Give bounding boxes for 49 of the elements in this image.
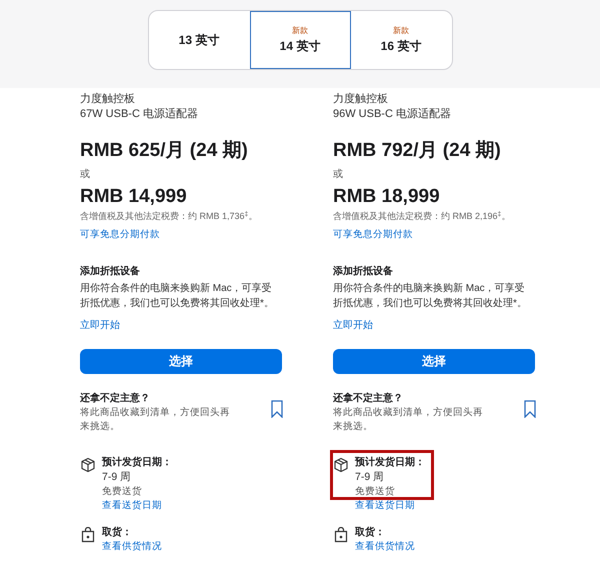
or-text: 或 [80,168,91,182]
select-button[interactable]: 选择 [333,348,535,374]
trade-in-text: 用你符合条件的电脑来换购新 Mac，可享受折抵优惠，我们也可以免费将其回收处理*。 [333,282,528,311]
trade-in-text: 用你符合条件的电脑来换购新 Mac，可享受折抵优惠，我们也可以免费将其回收处理*。 [80,282,275,311]
new-label: 新款 [292,25,308,37]
size-tab[interactable]: 新款 16 英寸 [350,11,452,69]
feature-text: 力度触控板 [333,92,389,107]
availability-link[interactable]: 查看供货情况 [102,540,162,554]
tax-note: 含增值税及其他法定税费：约 RMB 1,736$^{‡}$。 [80,210,258,223]
delivery-time: 7-9 周 [102,470,132,485]
shopping-bag-icon [80,526,96,543]
trade-in-title: 添加折抵设备 [80,264,141,279]
price: RMB 14,999 [80,185,188,209]
tax-note: 含增值税及其他法定税费：约 RMB 2,196$^{‡}$。 [333,210,512,223]
delivery-title: 预计发货日期： [102,456,172,470]
delivery-dates-link[interactable]: 查看送货日期 [355,498,415,512]
feature-text: 力度触控板 [80,92,136,107]
bookmark-icon[interactable] [271,400,283,418]
bookmark-icon[interactable] [524,400,536,418]
shopping-bag-icon [333,526,349,543]
select-button[interactable]: 选择 [80,348,282,374]
monthly-price: RMB 625/月 (24 期) [80,139,249,163]
availability-link[interactable]: 查看供货情况 [355,540,415,554]
delivery-dates-link[interactable]: 查看送货日期 [102,498,162,512]
save-text: 将此商品收藏到清单，方便回头再来挑选。 [80,406,230,434]
delivery-title: 预计发货日期： [355,456,425,470]
size-tab[interactable]: 13 英寸 [148,11,250,69]
save-title: 还拿不定主意？ [333,392,404,406]
start-link[interactable]: 立即开始 [333,318,373,333]
feature-text: 67W USB-C 电源适配器 [80,107,199,122]
save-title: 还拿不定主意？ [80,392,151,406]
shipping-text: 免费送货 [102,484,143,499]
monthly-price: RMB 792/月 (24 期) [333,139,502,163]
pickup-title: 取货： [355,526,386,540]
trade-in-title: 添加折抵设备 [333,264,394,279]
installment-link[interactable]: 可享免息分期付款 [80,228,160,242]
save-text: 将此商品收藏到清单，方便回头再来挑选。 [333,406,483,434]
shipping-text: 免费送货 [355,484,396,499]
box-icon [333,456,349,473]
delivery-time: 7-9 周 [355,470,386,485]
size-tab[interactable]: 新款 14 英寸 [250,11,350,69]
installment-link[interactable]: 可享免息分期付款 [333,228,413,242]
feature-text: 96W USB-C 电源适配器 [333,107,452,122]
box-icon [80,456,96,473]
or-text: 或 [333,168,344,182]
start-link[interactable]: 立即开始 [80,318,120,333]
new-label: 新款 [393,25,409,37]
pickup-title: 取货： [102,526,133,540]
price: RMB 18,999 [333,185,441,209]
